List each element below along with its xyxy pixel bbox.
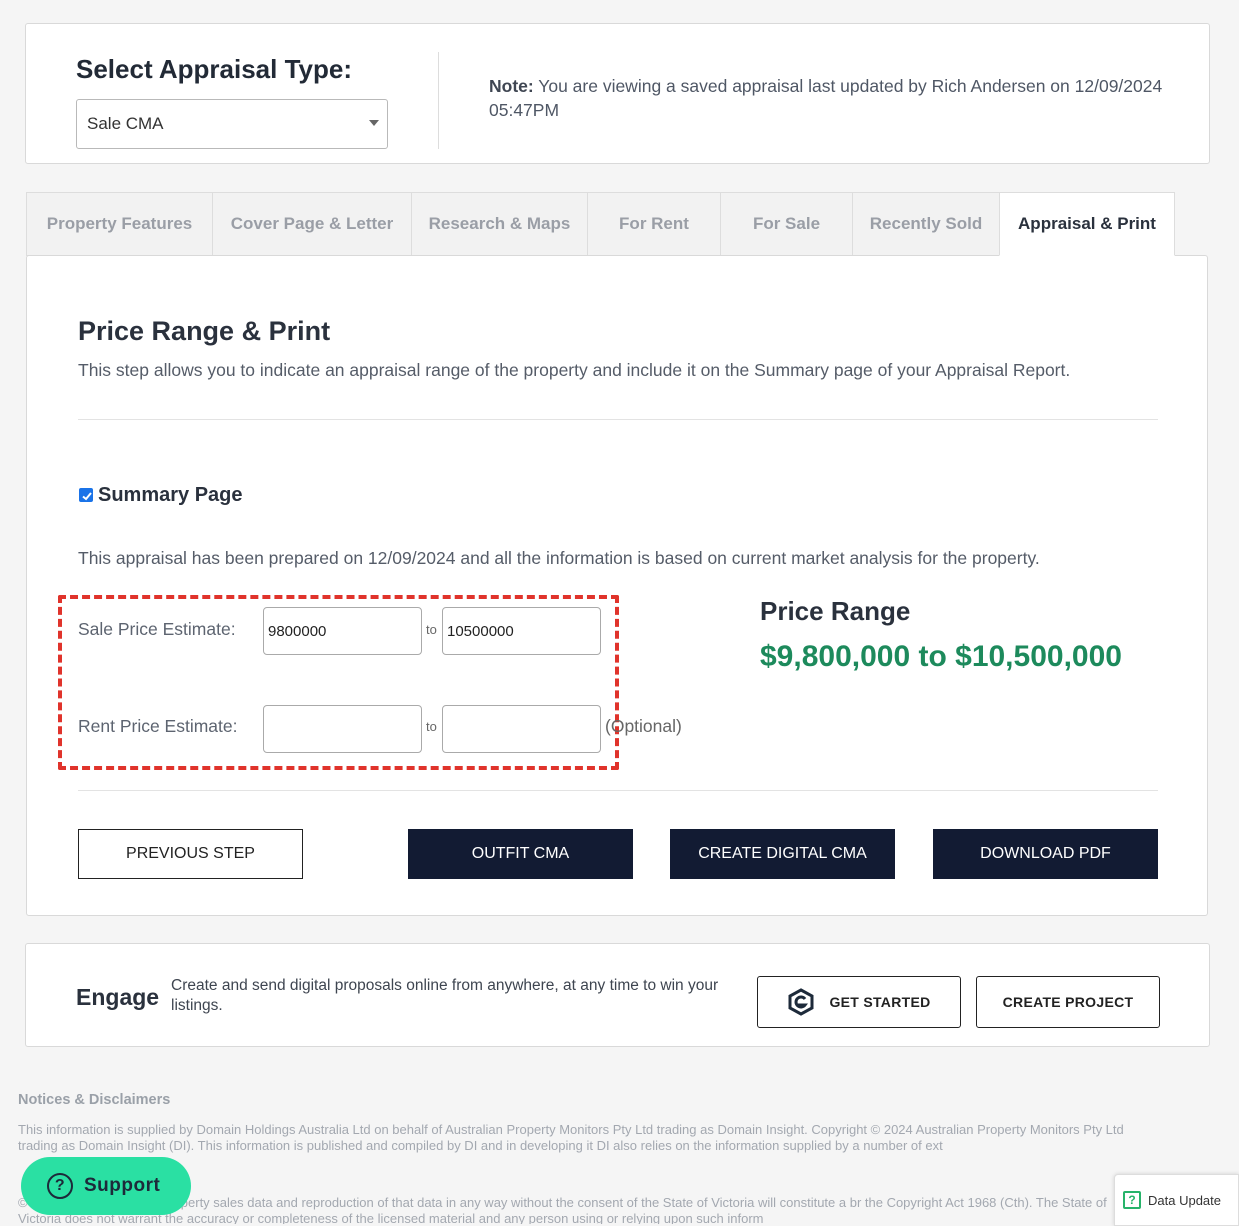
get-started-button[interactable]: GET STARTED <box>757 976 961 1028</box>
support-button[interactable]: ? Support <box>21 1157 191 1215</box>
note-label: Note: <box>489 76 534 96</box>
notices-title: Notices & Disclaimers <box>18 1092 171 1108</box>
appraisal-type-value: Sale CMA <box>87 114 164 133</box>
wizard-tabs: Property Features Cover Page & Letter Re… <box>26 192 1175 256</box>
data-update-label: Data Update <box>1148 1192 1221 1208</box>
engage-description: Create and send digital proposals online… <box>171 977 719 1014</box>
rent-price-label: Rent Price Estimate: <box>78 716 238 736</box>
to-label: to <box>426 719 437 734</box>
tab-property-features[interactable]: Property Features <box>26 192 212 256</box>
appraisal-type-title: Select Appraisal Type: <box>76 54 352 84</box>
tab-appraisal-print[interactable]: Appraisal & Print <box>999 192 1175 256</box>
price-range-value: $9,800,000 to $10,500,000 <box>760 640 1122 673</box>
appraisal-type-select[interactable]: Sale CMA <box>76 99 388 149</box>
outfit-cma-button[interactable]: OUTFIT CMA <box>408 829 633 879</box>
appraisal-type-card: Select Appraisal Type: Sale CMA Note: Yo… <box>25 23 1210 164</box>
note-body: You are viewing a saved appraisal last u… <box>489 76 1163 120</box>
section-title: Price Range & Print <box>78 316 331 346</box>
tab-for-sale[interactable]: For Sale <box>720 192 852 256</box>
sale-price-label: Sale Price Estimate: <box>78 619 236 639</box>
tab-for-rent[interactable]: For Rent <box>587 192 720 256</box>
support-label: Support <box>84 1175 161 1196</box>
engage-card: Engage Create and send digital proposals… <box>25 943 1210 1047</box>
rent-price-to-input[interactable] <box>442 705 601 753</box>
sale-price-to-input[interactable]: 10500000 <box>442 607 601 655</box>
download-pdf-button[interactable]: DOWNLOAD PDF <box>933 829 1158 879</box>
rent-price-from-input[interactable] <box>263 705 422 753</box>
disclaimer-text: This information is supplied by Domain H… <box>18 1122 1124 1153</box>
to-label: to <box>426 622 437 637</box>
tab-research-maps[interactable]: Research & Maps <box>411 192 587 256</box>
section-description: This step allows you to indicate an appr… <box>78 360 1071 380</box>
sale-price-from-input[interactable]: 9800000 <box>263 607 422 655</box>
divider <box>78 790 1158 791</box>
vertical-divider <box>438 52 439 149</box>
help-icon: ? <box>47 1173 73 1199</box>
caret-down-icon <box>369 120 379 126</box>
tab-cover-page-letter[interactable]: Cover Page & Letter <box>212 192 411 256</box>
summary-page-label[interactable]: Summary Page <box>98 484 243 507</box>
prepared-text: This appraisal has been prepared on 12/0… <box>78 548 1040 568</box>
tab-recently-sold[interactable]: Recently Sold <box>852 192 999 256</box>
create-digital-cma-button[interactable]: CREATE DIGITAL CMA <box>670 829 895 879</box>
engage-logo-icon <box>788 988 814 1016</box>
question-square-icon: ? <box>1123 1191 1141 1209</box>
optional-label: (Optional) <box>605 716 682 736</box>
saved-appraisal-note: Note: You are viewing a saved appraisal … <box>489 74 1204 122</box>
price-range-title: Price Range <box>760 596 911 626</box>
divider <box>78 419 1158 420</box>
data-update-button[interactable]: ? Data Update <box>1114 1174 1239 1226</box>
previous-step-button[interactable]: PREVIOUS STEP <box>78 829 303 879</box>
engage-title: Engage <box>76 984 160 1010</box>
summary-page-checkbox[interactable] <box>79 488 93 502</box>
get-started-label: GET STARTED <box>829 994 931 1010</box>
create-project-button[interactable]: CREATE PROJECT <box>976 976 1160 1028</box>
checkmark-icon <box>82 492 92 501</box>
price-range-card: Price Range & Print This step allows you… <box>26 255 1208 916</box>
